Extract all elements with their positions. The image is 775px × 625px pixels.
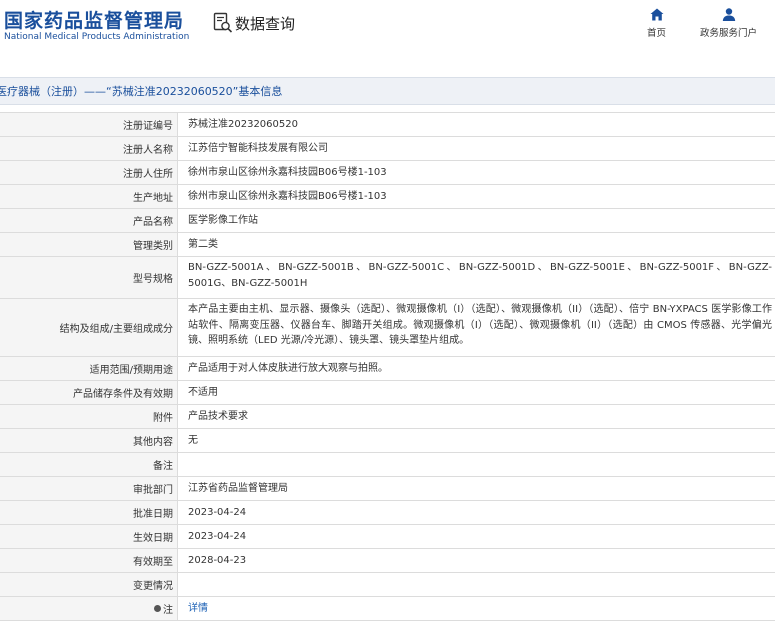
row-label: 其他内容 (0, 429, 178, 452)
record-title: 医疗器械（注册）——“苏械注准20232060520”基本信息 (0, 85, 283, 98)
row-label: 管理类别 (0, 233, 178, 256)
row-value (178, 573, 775, 596)
row-label: 注册人名称 (0, 137, 178, 160)
row-label: 生产地址 (0, 185, 178, 208)
row-value: 产品适用于对人体皮肤进行放大观察与拍照。 (188, 362, 388, 374)
table-row: 注册证编号 苏械注准20232060520 (0, 113, 775, 137)
row-value: 产品技术要求 (188, 410, 248, 422)
row-value: 2023-04-24 (188, 506, 247, 518)
data-query-label: 数据查询 (235, 14, 296, 33)
table-row: 注册人住所 徐州市泉山区徐州永嘉科技园B06号楼1-103 (0, 161, 775, 185)
row-value: 医学影像工作站 (188, 214, 258, 226)
row-value: 2023-04-24 (188, 530, 247, 542)
row-value: BN-GZZ-5001A、BN-GZZ-5001B、BN-GZZ-5001C、B… (188, 262, 772, 289)
row-label: 适用范围/预期用途 (0, 357, 178, 380)
nav-home-label: 首页 (647, 28, 667, 39)
row-value: 2028-04-23 (188, 554, 247, 566)
row-label: 型号规格 (0, 257, 178, 298)
table-row: 审批部门 江苏省药品监督管理局 (0, 477, 775, 501)
search-document-icon (213, 12, 233, 34)
nav-portal-label: 政务服务门户 (700, 28, 758, 39)
table-row: 管理类别 第二类 (0, 233, 775, 257)
table-row: 其他内容无 (0, 429, 775, 453)
user-icon (722, 8, 735, 21)
table-row: 生效日期 2023-04-24 (0, 525, 775, 549)
table-row: 生产地址 徐州市泉山区徐州永嘉科技园B06号楼1-103 (0, 185, 775, 209)
table-row: 附件 产品技术要求 (0, 405, 775, 429)
row-label: 变更情况 (0, 573, 178, 596)
row-value: 江苏省药品监督管理局 (188, 482, 288, 494)
table-row: 产品名称 医学影像工作站 (0, 209, 775, 233)
home-icon (650, 8, 663, 21)
row-value: 第二类 (188, 238, 218, 250)
table-row: 适用范围/预期用途 产品适用于对人体皮肤进行放大观察与拍照。 (0, 357, 775, 381)
row-value: 徐州市泉山区徐州永嘉科技园B06号楼1-103 (188, 166, 387, 178)
row-label: 结构及组成/主要组成成分 (0, 299, 178, 356)
note-icon (154, 605, 161, 612)
table-row: 备注 (0, 453, 775, 477)
row-label: 附件 (0, 405, 178, 428)
table-row: 批准日期 2023-04-24 (0, 501, 775, 525)
row-label: 注册人住所 (0, 161, 178, 184)
row-label: 产品储存条件及有效期 (0, 381, 178, 404)
row-label: 产品名称 (0, 209, 178, 232)
row-label: 注册证编号 (0, 113, 178, 136)
table-row: 结构及组成/主要组成成分 本产品主要由主机、显示器、摄像头（选配）、微观摄像机（I… (0, 299, 775, 357)
row-label: 批准日期 (0, 501, 178, 524)
row-label: 审批部门 (0, 477, 178, 500)
row-value: 苏械注准20232060520 (188, 118, 298, 130)
details-link[interactable]: 详情 (188, 601, 208, 617)
row-value: 详情 (178, 597, 775, 620)
table-row: 变更情况 (0, 573, 775, 597)
row-value: 徐州市泉山区徐州永嘉科技园B06号楼1-103 (188, 190, 387, 202)
table-row: 产品储存条件及有效期 不适用 (0, 381, 775, 405)
row-value: 江苏倍宁智能科技发展有限公司 (188, 142, 328, 154)
site-logo-cn[interactable]: 国家药品监督管理局 (4, 6, 184, 33)
row-value (178, 453, 775, 476)
data-query-link[interactable]: 数据查询 (213, 12, 295, 34)
table-row: 型号规格 BN-GZZ-5001A、BN-GZZ-5001B、BN-GZZ-500… (0, 257, 775, 299)
row-label: 生效日期 (0, 525, 178, 548)
row-label: 注 (0, 597, 178, 620)
row-label: 备注 (0, 453, 178, 476)
table-row: 注册人名称 江苏倍宁智能科技发展有限公司 (0, 137, 775, 161)
site-logo-en[interactable]: National Medical Products Administration (4, 32, 189, 42)
detail-table: 注册证编号 苏械注准20232060520 注册人名称 江苏倍宁智能科技发展有限公司… (0, 112, 775, 621)
table-row: 注 详情 (0, 597, 775, 621)
row-value: 不适用 (188, 386, 218, 398)
nav-gov-service-portal[interactable]: 政务服务门户 (700, 8, 757, 39)
table-row: 有效期至 2028-04-23 (0, 549, 775, 573)
record-title-bar: 医疗器械（注册）——“苏械注准20232060520”基本信息 (0, 77, 775, 105)
note-label: 注 (163, 605, 173, 616)
row-value: 本产品主要由主机、显示器、摄像头（选配）、微观摄像机（I）（选配）、微观摄像机（… (188, 304, 772, 346)
row-value: 无 (188, 434, 198, 446)
row-label: 有效期至 (0, 549, 178, 572)
site-header: 国家药品监督管理局 National Medical Products Admi… (0, 0, 775, 62)
nav-home[interactable]: 首页 (647, 8, 666, 39)
